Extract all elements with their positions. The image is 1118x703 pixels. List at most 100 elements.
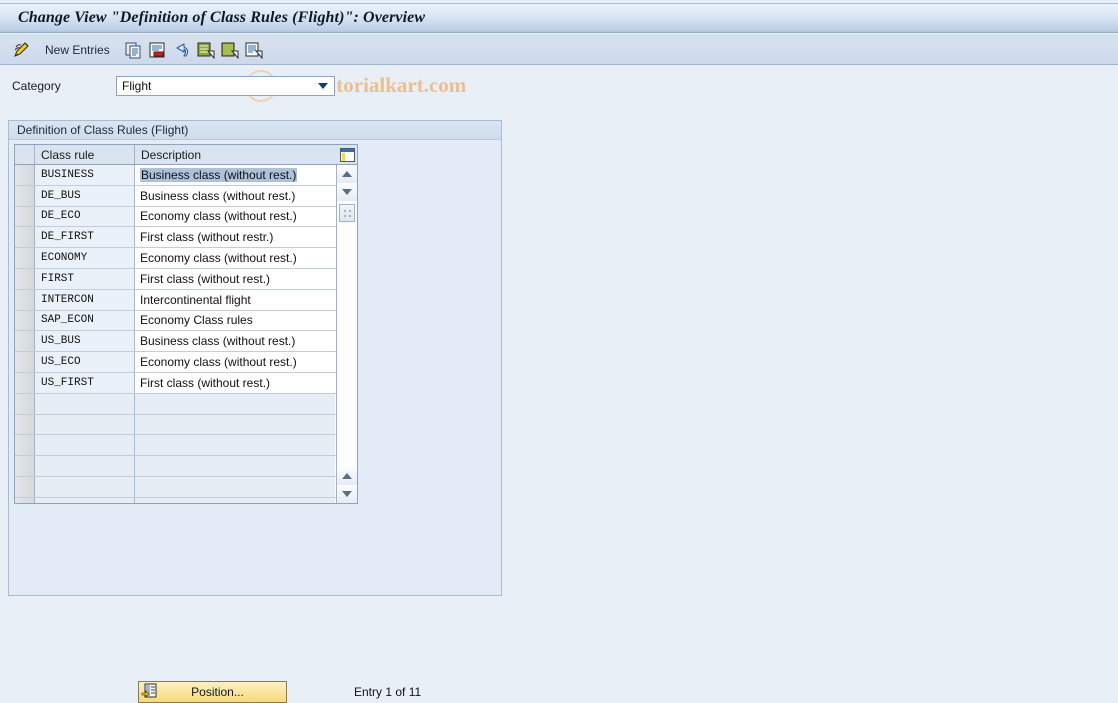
cell-description[interactable]: Economy class (without rest.)	[135, 352, 335, 372]
cell-class-rule[interactable]	[35, 414, 135, 435]
row-select-button[interactable]	[15, 393, 35, 414]
cell-description-text: Intercontinental flight	[140, 292, 251, 307]
cell-class-rule[interactable]: US_ECO	[35, 352, 135, 372]
deselect-all-button[interactable]	[218, 38, 241, 62]
table-row[interactable]: SAP_ECON Economy Class rules	[15, 310, 357, 332]
scroll-down-button[interactable]	[337, 183, 357, 201]
cell-description[interactable]: Economy Class rules	[135, 310, 335, 331]
row-select-button[interactable]	[15, 352, 35, 372]
row-select-button[interactable]	[15, 185, 35, 206]
row-select-button[interactable]	[15, 310, 35, 331]
cell-class-rule[interactable]: US_FIRST	[35, 372, 135, 393]
table-row[interactable]	[15, 435, 357, 457]
row-select-button[interactable]	[15, 248, 35, 268]
cell-class-rule[interactable]	[35, 476, 135, 497]
position-button[interactable]: Position...	[138, 681, 287, 703]
row-select-button[interactable]	[15, 476, 35, 497]
table-row[interactable]: INTERCON Intercontinental flight	[15, 289, 357, 311]
table-row[interactable]	[15, 393, 357, 415]
table-row[interactable]: ECONOMY Economy class (without rest.)	[15, 248, 357, 269]
cell-description[interactable]: Economy class (without rest.)	[135, 206, 335, 227]
scroll-up-button[interactable]	[337, 165, 357, 183]
row-select-button[interactable]	[15, 497, 35, 503]
scroll-page-up-button[interactable]	[337, 467, 357, 485]
cell-description[interactable]	[135, 414, 335, 435]
chevron-down-icon[interactable]	[314, 77, 331, 95]
cell-class-rule[interactable]: US_BUS	[35, 331, 135, 352]
delete-icon	[149, 42, 166, 58]
cell-description[interactable]: Intercontinental flight	[135, 289, 335, 310]
undo-button[interactable]	[170, 38, 193, 62]
table-row[interactable]: DE_FIRST First class (without restr.)	[15, 227, 357, 249]
cell-class-rule[interactable]: INTERCON	[35, 289, 135, 310]
new-entries-button[interactable]: New Entries	[42, 38, 113, 62]
class-rules-table: Class rule Description BUSINESS Business …	[14, 144, 358, 504]
row-select-button[interactable]	[15, 456, 35, 476]
undo-icon	[173, 42, 190, 58]
cell-class-rule[interactable]: DE_FIRST	[35, 227, 135, 248]
row-select-button[interactable]	[15, 268, 35, 289]
row-select-button[interactable]	[15, 331, 35, 352]
change-display-button[interactable]	[10, 38, 34, 62]
table-row[interactable]	[15, 456, 357, 477]
table-row[interactable]: DE_BUS Business class (without rest.)	[15, 185, 357, 207]
category-dropdown[interactable]: Flight	[116, 76, 335, 96]
delete-button[interactable]	[146, 38, 169, 62]
select-block-button[interactable]	[242, 38, 265, 62]
table-row[interactable]	[15, 476, 357, 498]
column-header-description[interactable]: Description	[135, 145, 337, 164]
table-row[interactable]: FIRST First class (without rest.)	[15, 268, 357, 290]
table-vertical-scrollbar[interactable]	[336, 165, 357, 503]
cell-description[interactable]	[135, 456, 335, 476]
cell-description[interactable]: Business class (without rest.)	[135, 165, 335, 185]
cell-description[interactable]: Business class (without rest.)	[135, 331, 335, 352]
row-select-button[interactable]	[15, 289, 35, 310]
table-row[interactable]: BUSINESS Business class (without rest.)	[15, 165, 357, 186]
cell-class-rule[interactable]: SAP_ECON	[35, 310, 135, 331]
cell-description[interactable]	[135, 497, 335, 503]
scrollbar-thumb[interactable]	[339, 204, 355, 222]
row-select-button[interactable]	[15, 206, 35, 227]
cell-description[interactable]: First class (without rest.)	[135, 372, 335, 393]
cell-class-rule[interactable]: DE_ECO	[35, 206, 135, 227]
select-all-column-header[interactable]	[15, 145, 35, 164]
cell-description[interactable]: First class (without restr.)	[135, 227, 335, 248]
table-settings-button[interactable]	[337, 145, 357, 164]
table-row[interactable]	[15, 414, 357, 436]
cell-description[interactable]: First class (without rest.)	[135, 268, 335, 289]
select-all-button[interactable]	[194, 38, 217, 62]
cell-description-text: First class (without rest.)	[140, 271, 271, 286]
cell-class-rule[interactable]	[35, 497, 135, 503]
table-row[interactable]: US_BUS Business class (without rest.)	[15, 331, 357, 353]
cell-class-rule[interactable]: DE_BUS	[35, 185, 135, 206]
position-button-label: Position...	[191, 685, 244, 699]
table-row[interactable]: DE_ECO Economy class (without rest.)	[15, 206, 357, 228]
cell-class-rule[interactable]	[35, 435, 135, 456]
cell-class-rule[interactable]: FIRST	[35, 268, 135, 289]
row-select-button[interactable]	[15, 435, 35, 456]
row-select-button[interactable]	[15, 165, 35, 185]
table-row[interactable]: US_FIRST First class (without rest.)	[15, 372, 357, 394]
cell-description[interactable]	[135, 435, 335, 456]
scroll-page-down-button[interactable]	[337, 485, 357, 503]
cell-class-rule[interactable]	[35, 393, 135, 414]
table-row[interactable]	[15, 497, 357, 503]
cell-class-rule[interactable]	[35, 456, 135, 476]
cell-description[interactable]: Business class (without rest.)	[135, 185, 335, 206]
table-row[interactable]: US_ECO Economy class (without rest.)	[15, 352, 357, 373]
copy-button[interactable]	[122, 38, 145, 62]
row-select-button[interactable]	[15, 414, 35, 435]
entry-count-label: Entry 1 of 11	[354, 685, 422, 699]
cell-description-text: Economy class (without rest.)	[140, 251, 297, 266]
cell-class-rule[interactable]: ECONOMY	[35, 248, 135, 268]
column-header-class-rule[interactable]: Class rule	[35, 145, 135, 164]
cell-description[interactable]: Economy class (without rest.)	[135, 248, 335, 268]
select-all-icon	[197, 42, 215, 60]
cell-description[interactable]	[135, 476, 335, 497]
row-select-button[interactable]	[15, 227, 35, 248]
cell-description[interactable]	[135, 393, 335, 414]
cell-class-rule[interactable]: BUSINESS	[35, 165, 135, 185]
position-icon	[141, 683, 158, 700]
row-select-button[interactable]	[15, 372, 35, 393]
cell-description-text: Economy class (without rest.)	[140, 209, 297, 224]
